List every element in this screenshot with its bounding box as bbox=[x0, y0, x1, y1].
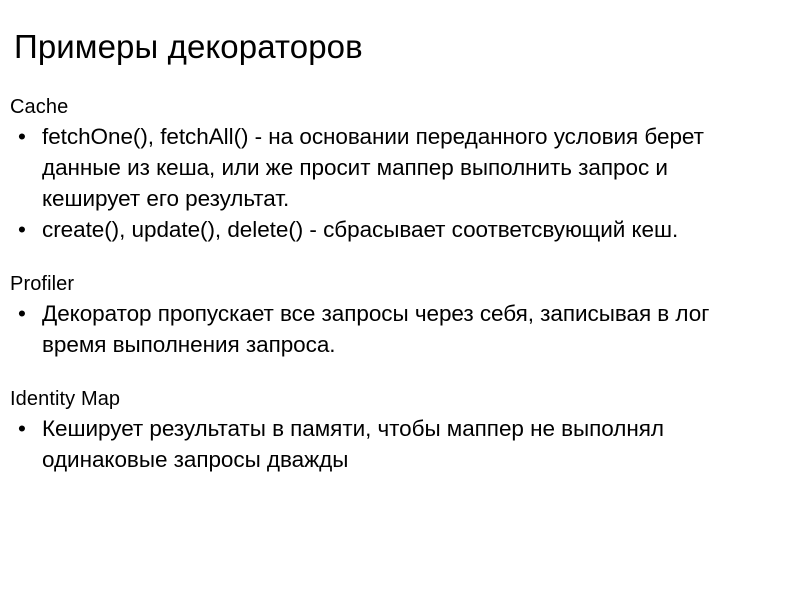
list-item: • Декоратор пропускает все запросы через… bbox=[0, 298, 790, 360]
list-item: • fetchOne(), fetchAll() - на основании … bbox=[0, 121, 790, 214]
bullet-icon: • bbox=[18, 416, 26, 441]
list-item: • create(), update(), delete() - сбрасыв… bbox=[0, 214, 790, 245]
section-heading: Cache bbox=[10, 96, 69, 118]
section-heading: Profiler bbox=[10, 273, 75, 295]
list-item-text: Кеширует результаты в памяти, чтобы мапп… bbox=[42, 416, 664, 472]
bullet-list: • Кеширует результаты в памяти, чтобы ма… bbox=[0, 413, 790, 475]
section-profiler: Profiler • Декоратор пропускает все запр… bbox=[0, 271, 790, 360]
slide-content: Cache • fetchOne(), fetchAll() - на осно… bbox=[0, 94, 790, 475]
list-item-text: Декоратор пропускает все запросы через с… bbox=[42, 301, 710, 357]
section-identity-map: Identity Map • Кеширует результаты в пам… bbox=[0, 386, 790, 475]
bullet-list: • fetchOne(), fetchAll() - на основании … bbox=[0, 121, 790, 245]
bullet-icon: • bbox=[18, 217, 26, 242]
bullet-icon: • bbox=[18, 124, 26, 149]
list-item: • Кеширует результаты в памяти, чтобы ма… bbox=[0, 413, 790, 475]
list-item-text: fetchOne(), fetchAll() - на основании пе… bbox=[42, 124, 704, 211]
section-cache: Cache • fetchOne(), fetchAll() - на осно… bbox=[0, 94, 790, 245]
list-item-text: create(), update(), delete() - сбрасывае… bbox=[42, 217, 679, 242]
bullet-list: • Декоратор пропускает все запросы через… bbox=[0, 298, 790, 360]
section-heading: Identity Map bbox=[10, 388, 121, 410]
page-title: Примеры декораторов bbox=[14, 28, 363, 65]
slide: Примеры декораторов Cache • fetchOne(), … bbox=[0, 0, 800, 600]
bullet-icon: • bbox=[18, 301, 26, 326]
